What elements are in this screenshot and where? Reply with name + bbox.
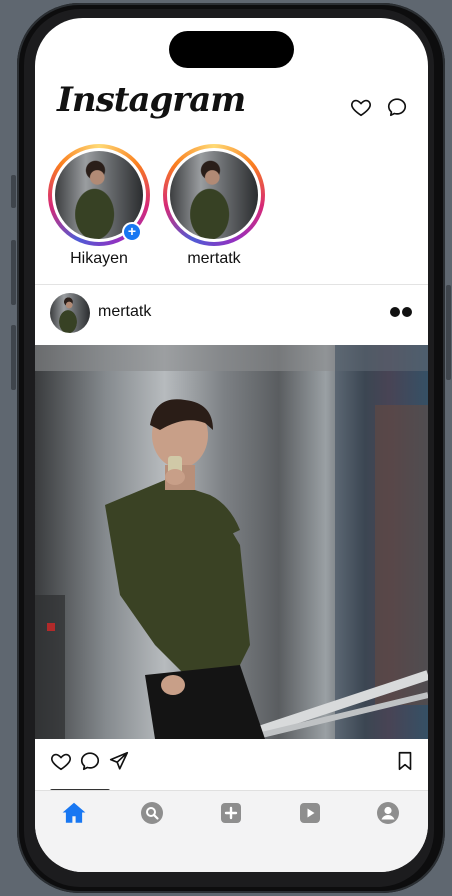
home-icon bbox=[62, 802, 86, 823]
comment-icon[interactable] bbox=[79, 750, 101, 772]
heart-icon[interactable] bbox=[350, 96, 372, 118]
story-label: Hikayen bbox=[70, 250, 128, 267]
add-icon bbox=[221, 803, 241, 823]
tab-home[interactable] bbox=[60, 799, 88, 827]
play-icon bbox=[300, 803, 320, 823]
story-label: mertatk bbox=[187, 250, 241, 267]
post-avatar[interactable] bbox=[50, 293, 90, 333]
stories-divider bbox=[35, 284, 428, 285]
tab-reels[interactable] bbox=[296, 799, 324, 827]
story-avatar bbox=[170, 151, 258, 239]
story-ring: + bbox=[48, 144, 150, 246]
bookmark-icon[interactable] bbox=[394, 750, 416, 772]
tab-profile[interactable] bbox=[374, 799, 402, 827]
share-icon[interactable] bbox=[108, 750, 130, 772]
story-mertatk[interactable]: mertatk bbox=[162, 144, 266, 268]
search-icon bbox=[141, 802, 163, 824]
tab-create[interactable] bbox=[217, 799, 245, 827]
volume-down-button bbox=[11, 325, 16, 390]
post-actions bbox=[35, 746, 428, 778]
more-icon[interactable] bbox=[390, 307, 412, 317]
post-header: mertatk bbox=[35, 286, 428, 340]
action-button bbox=[11, 175, 16, 208]
instagram-logo: Instagram bbox=[57, 80, 246, 120]
tab-search[interactable] bbox=[138, 799, 166, 827]
messenger-icon[interactable] bbox=[386, 96, 408, 118]
story-ring bbox=[163, 144, 265, 246]
profile-icon bbox=[377, 802, 399, 824]
tab-bar bbox=[35, 790, 428, 872]
plus-icon[interactable]: + bbox=[122, 222, 142, 242]
dynamic-island bbox=[169, 31, 294, 68]
heart-icon[interactable] bbox=[50, 750, 72, 772]
volume-up-button bbox=[11, 240, 16, 305]
post-photo[interactable] bbox=[35, 345, 428, 739]
phone-screen: Instagram + Hikayen mertatk mertatk bbox=[35, 18, 428, 872]
post-username[interactable]: mertatk bbox=[98, 303, 151, 321]
power-button bbox=[446, 285, 451, 380]
story-own[interactable]: + Hikayen bbox=[47, 144, 151, 268]
photo-illustration bbox=[35, 345, 428, 739]
